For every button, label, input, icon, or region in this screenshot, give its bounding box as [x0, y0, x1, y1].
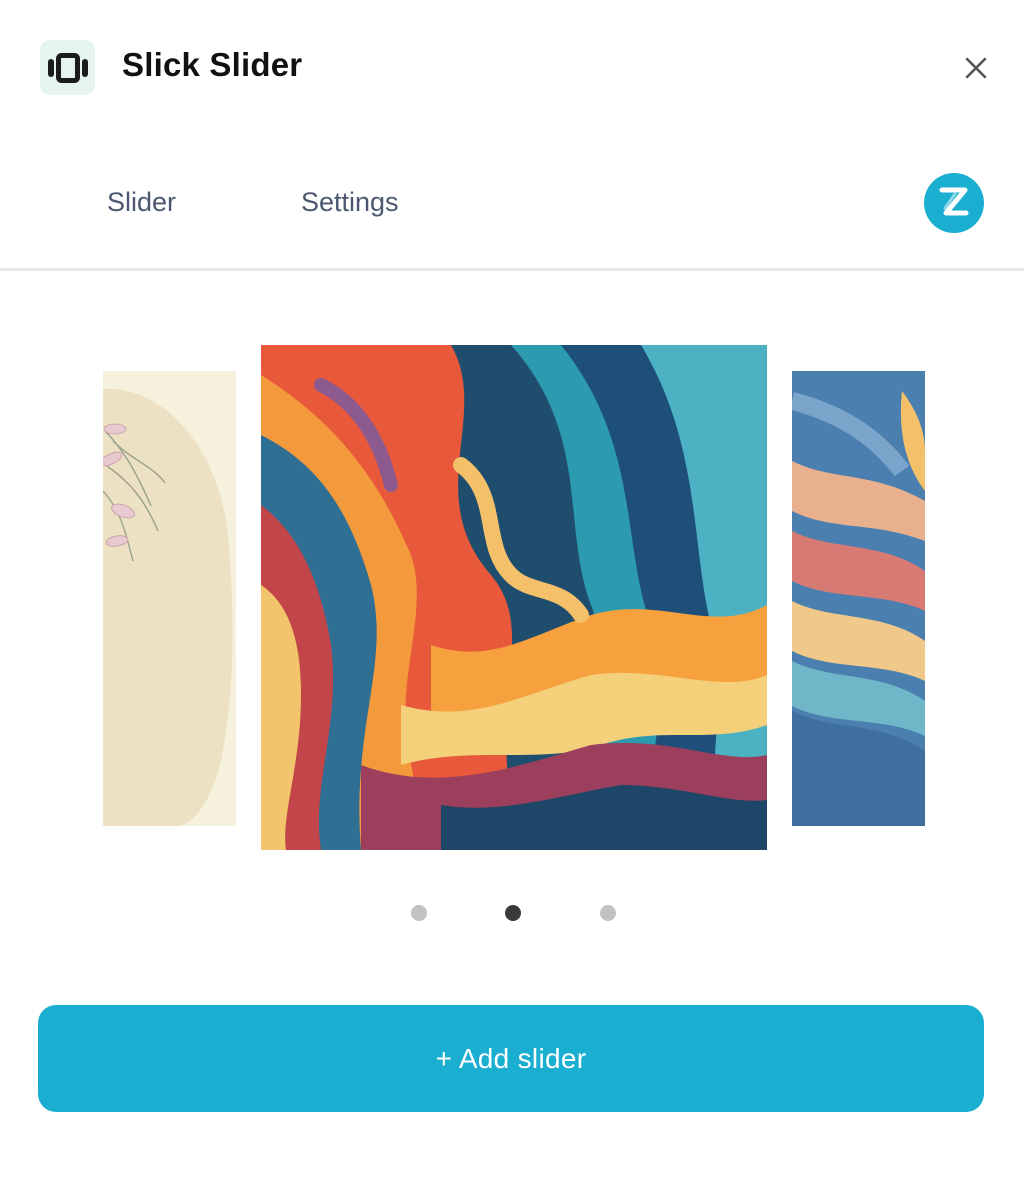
z-logo-icon[interactable] [924, 173, 984, 233]
slide-current[interactable] [261, 345, 767, 850]
add-slider-button[interactable]: + Add slider [38, 1005, 984, 1112]
carousel-dots [0, 905, 1024, 921]
carousel-icon [40, 40, 95, 95]
page-title: Slick Slider [122, 46, 303, 83]
close-icon [965, 57, 987, 79]
close-button[interactable] [958, 50, 994, 86]
tab-bar: Slider Settings [0, 135, 1024, 271]
carousel-dot-2-active[interactable] [505, 905, 521, 921]
carousel [0, 271, 1024, 971]
carousel-dot-1[interactable] [411, 905, 427, 921]
tab-settings[interactable]: Settings [301, 187, 399, 218]
carousel-dot-3[interactable] [600, 905, 616, 921]
slide-next[interactable] [792, 371, 925, 826]
header: Slick Slider [0, 0, 1024, 135]
tab-slider[interactable]: Slider [107, 187, 176, 218]
slide-previous[interactable] [103, 371, 236, 826]
